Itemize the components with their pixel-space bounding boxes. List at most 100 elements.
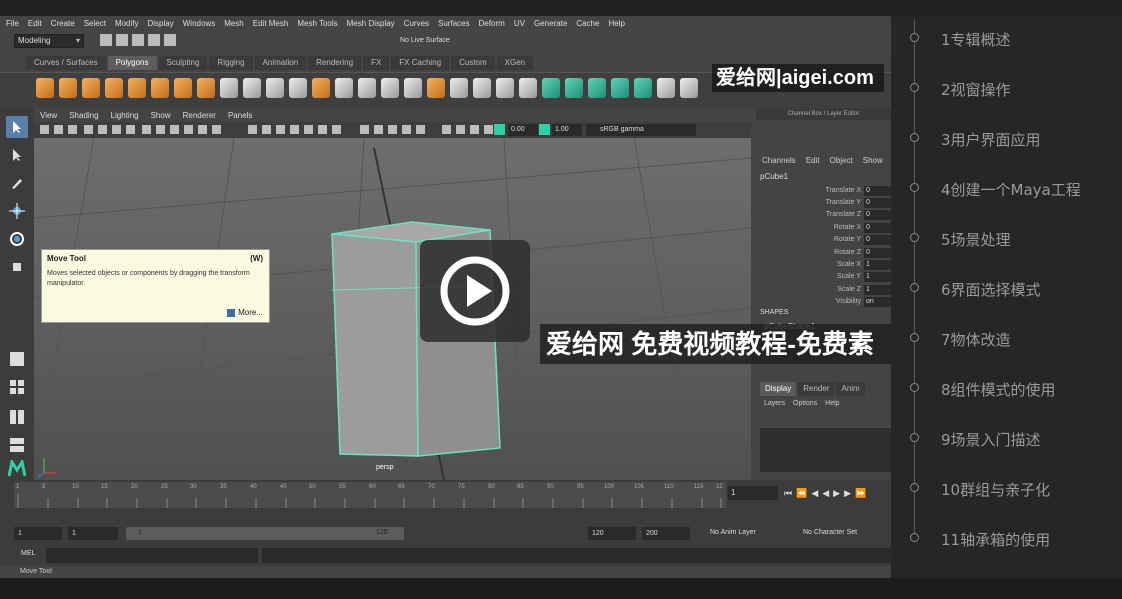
poly-pipe-icon[interactable] bbox=[197, 78, 215, 98]
menu-windows[interactable]: Windows bbox=[183, 19, 215, 28]
uv-editor-icon[interactable] bbox=[634, 78, 652, 98]
attr-value[interactable]: 0 bbox=[864, 248, 891, 258]
separate-icon[interactable] bbox=[243, 78, 261, 98]
menu-file[interactable]: File bbox=[6, 19, 19, 28]
four-pane-icon[interactable] bbox=[6, 376, 28, 398]
playlist-item[interactable]: 11轴承箱的使用 bbox=[891, 519, 1122, 555]
shelf-tab-fx[interactable]: FX bbox=[363, 56, 390, 70]
shelf-tab-rendering[interactable]: Rendering bbox=[308, 56, 362, 70]
multi-cut-icon[interactable] bbox=[358, 78, 376, 98]
live-surface-label[interactable]: No Live Surface bbox=[400, 37, 450, 44]
attr-row[interactable]: Translate X0 bbox=[756, 185, 891, 197]
mel-label[interactable]: MEL bbox=[21, 550, 35, 557]
gamma-field[interactable]: 1.00 bbox=[552, 124, 582, 136]
video-player[interactable]: File Edit Create Select Modify Display W… bbox=[0, 16, 891, 578]
attr-row[interactable]: Scale Y1 bbox=[756, 271, 891, 283]
attr-row[interactable]: Scale Z1 bbox=[756, 284, 891, 296]
attr-value[interactable]: 0 bbox=[864, 223, 891, 233]
attr-value[interactable]: 1 bbox=[864, 272, 891, 282]
layer-menu-layers[interactable]: Layers bbox=[764, 400, 785, 407]
mel-input[interactable] bbox=[46, 548, 258, 563]
menu-generate[interactable]: Generate bbox=[534, 19, 567, 28]
cb-menu-channels[interactable]: Channels bbox=[762, 156, 796, 165]
playlist-item[interactable]: 5场景处理 bbox=[891, 219, 1122, 255]
menu-create[interactable]: Create bbox=[51, 19, 75, 28]
boolean-icon[interactable] bbox=[289, 78, 307, 98]
shelf-tab-polygons[interactable]: Polygons bbox=[107, 56, 157, 70]
shelf-tab-rigging[interactable]: Rigging bbox=[209, 56, 253, 70]
menu-curves[interactable]: Curves bbox=[404, 19, 429, 28]
cb-menu-edit[interactable]: Edit bbox=[806, 156, 820, 165]
poly-torus-icon[interactable] bbox=[128, 78, 146, 98]
redo-icon[interactable] bbox=[164, 34, 176, 46]
poly-cylinder-icon[interactable] bbox=[82, 78, 100, 98]
two-pane-icon[interactable] bbox=[6, 406, 28, 428]
mode-dropdown[interactable]: Modeling bbox=[14, 34, 84, 48]
poly-cone-icon[interactable] bbox=[105, 78, 123, 98]
viewmenu-panels[interactable]: Panels bbox=[228, 111, 252, 120]
layer-menu-help[interactable]: Help bbox=[825, 400, 839, 407]
menu-mesh-tools[interactable]: Mesh Tools bbox=[297, 19, 337, 28]
step-back-frame-icon[interactable]: ◀︎ bbox=[811, 488, 818, 499]
attr-value[interactable]: 0 bbox=[864, 186, 891, 196]
move-tool-icon[interactable] bbox=[6, 200, 28, 222]
attr-row[interactable]: Rotate Z0 bbox=[756, 247, 891, 259]
current-frame-field[interactable]: 1 bbox=[728, 486, 778, 500]
cb-menu-show[interactable]: Show bbox=[863, 156, 883, 165]
step-forward-frame-icon[interactable]: ▶︎ bbox=[844, 488, 851, 499]
layer-tab-anim[interactable]: Anim bbox=[836, 382, 865, 396]
menu-help[interactable]: Help bbox=[608, 19, 624, 28]
menu-mesh-display[interactable]: Mesh Display bbox=[347, 19, 395, 28]
spherical-uv-icon[interactable] bbox=[588, 78, 606, 98]
anim-layer-label[interactable]: No Anim Layer bbox=[710, 529, 756, 536]
shelf-tab-animation[interactable]: Animation bbox=[254, 56, 307, 70]
smooth-icon[interactable] bbox=[266, 78, 284, 98]
playback-end-field[interactable]: 120 bbox=[588, 527, 636, 540]
attr-value[interactable]: 1 bbox=[864, 285, 891, 295]
poly-cube-icon[interactable] bbox=[59, 78, 77, 98]
menu-uv[interactable]: UV bbox=[514, 19, 525, 28]
cylindrical-uv-icon[interactable] bbox=[565, 78, 583, 98]
attr-value[interactable]: on bbox=[864, 297, 891, 307]
menu-deform[interactable]: Deform bbox=[479, 19, 505, 28]
fill-hole-icon[interactable] bbox=[335, 78, 353, 98]
time-ruler[interactable]: 1 5 10 15 20 25 30 35 40 45 50 55 60 65 … bbox=[14, 482, 726, 508]
paint-select-tool-icon[interactable] bbox=[6, 172, 28, 194]
uv-toolkit-icon[interactable] bbox=[680, 78, 698, 98]
extrude-icon[interactable] bbox=[427, 78, 445, 98]
attr-row[interactable]: Translate Z0 bbox=[756, 209, 891, 221]
mirror-icon[interactable] bbox=[312, 78, 330, 98]
menu-modify[interactable]: Modify bbox=[115, 19, 139, 28]
step-forward-key-icon[interactable]: ⏩ bbox=[855, 488, 866, 499]
menu-display[interactable]: Display bbox=[148, 19, 174, 28]
playlist-item[interactable]: 1专辑概述 bbox=[891, 19, 1122, 55]
tooltip-more-link[interactable]: More... bbox=[227, 308, 263, 317]
viewmenu-shading[interactable]: Shading bbox=[69, 111, 98, 120]
combine-icon[interactable] bbox=[220, 78, 238, 98]
attr-row[interactable]: Rotate Y0 bbox=[756, 234, 891, 246]
play-back-icon[interactable]: ◀ bbox=[822, 488, 829, 499]
checker-icon[interactable] bbox=[657, 78, 675, 98]
shelf-tab-fx-caching[interactable]: FX Caching bbox=[391, 56, 450, 70]
single-pane-icon[interactable] bbox=[6, 348, 28, 370]
attr-row[interactable]: Rotate X0 bbox=[756, 222, 891, 234]
playlist-item[interactable]: 2视窗操作 bbox=[891, 69, 1122, 105]
layer-menu-options[interactable]: Options bbox=[793, 400, 817, 407]
planar-uv-icon[interactable] bbox=[542, 78, 560, 98]
shelf-tab-curves[interactable]: Curves / Surfaces bbox=[26, 56, 106, 70]
menu-mesh[interactable]: Mesh bbox=[224, 19, 244, 28]
play-forward-icon[interactable]: ▶ bbox=[833, 488, 840, 499]
attr-value[interactable]: 0 bbox=[864, 198, 891, 208]
playback-start-field[interactable]: 1 bbox=[68, 527, 118, 540]
outliner-pane-icon[interactable] bbox=[6, 434, 28, 456]
bridge-icon[interactable] bbox=[450, 78, 468, 98]
channel-box-object[interactable]: pCube1 bbox=[760, 172, 788, 181]
playlist-item[interactable]: 4创建一个Maya工程 bbox=[891, 169, 1122, 205]
playlist-item[interactable]: 10群组与亲子化 bbox=[891, 469, 1122, 505]
attr-value[interactable]: 0 bbox=[864, 235, 891, 245]
range-end-field[interactable]: 200 bbox=[642, 527, 690, 540]
save-scene-icon[interactable] bbox=[132, 34, 144, 46]
undo-icon[interactable] bbox=[148, 34, 160, 46]
shelf-tab-custom[interactable]: Custom bbox=[451, 56, 495, 70]
poly-sphere-icon[interactable] bbox=[36, 78, 54, 98]
